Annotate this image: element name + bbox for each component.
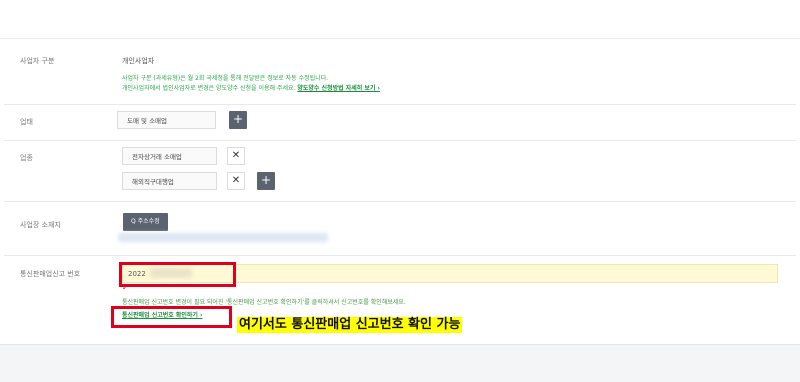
remove-item-button-2[interactable]: ✕ [227,172,245,190]
business-type-value: 개인사업자 [122,57,155,65]
close-icon: ✕ [231,150,241,161]
plus-icon: + [260,173,272,187]
panel-footer [0,344,800,382]
divider [4,201,796,202]
highlight-box-number [119,262,236,287]
add-category-button[interactable]: + [229,111,247,129]
mail-order-label: 통신판매업신고 번호 [20,270,81,278]
business-type-label: 사업자 구분 [20,57,55,65]
add-item-button[interactable]: + [257,172,275,190]
address-redacted [118,233,328,242]
highlight-box-link [111,306,232,328]
remove-item-button-1[interactable]: ✕ [227,147,245,165]
close-icon: ✕ [231,175,241,186]
business-type-note-1: 사업자 구분 (과세유형)은 월 2회 국세청을 통해 전달받은 정보로 자동 … [122,75,329,82]
business-category-label: 업태 [20,118,33,126]
business-type-note-2-text: 개인사업자에서 법인사업자로 변경은 양도양수 신청을 이용해 주세요. [122,85,296,92]
divider [4,255,796,256]
divider [4,104,796,105]
business-address-label: 사업장 소재지 [20,221,61,229]
business-category-input[interactable]: 도매 및 소매업 [117,111,216,129]
business-item-input-1[interactable]: 전자상거래 소매업 [122,147,217,165]
address-search-button[interactable]: Q 주소수정 [123,213,168,231]
transfer-guide-link[interactable]: 양도양수 신청방법 자세히 보기 › [297,85,380,92]
business-type-note-2: 개인사업자에서 법인사업자로 변경은 양도양수 신청을 이용해 주세요. 양도양… [122,84,380,93]
plus-icon: + [232,112,244,126]
annotation-caption: 여기서도 통신판매업 신고번호 확인 가능 [237,317,463,333]
business-item-input-2[interactable]: 해외직구대행업 [122,172,217,190]
business-item-label: 업종 [20,154,33,162]
divider [4,140,796,141]
